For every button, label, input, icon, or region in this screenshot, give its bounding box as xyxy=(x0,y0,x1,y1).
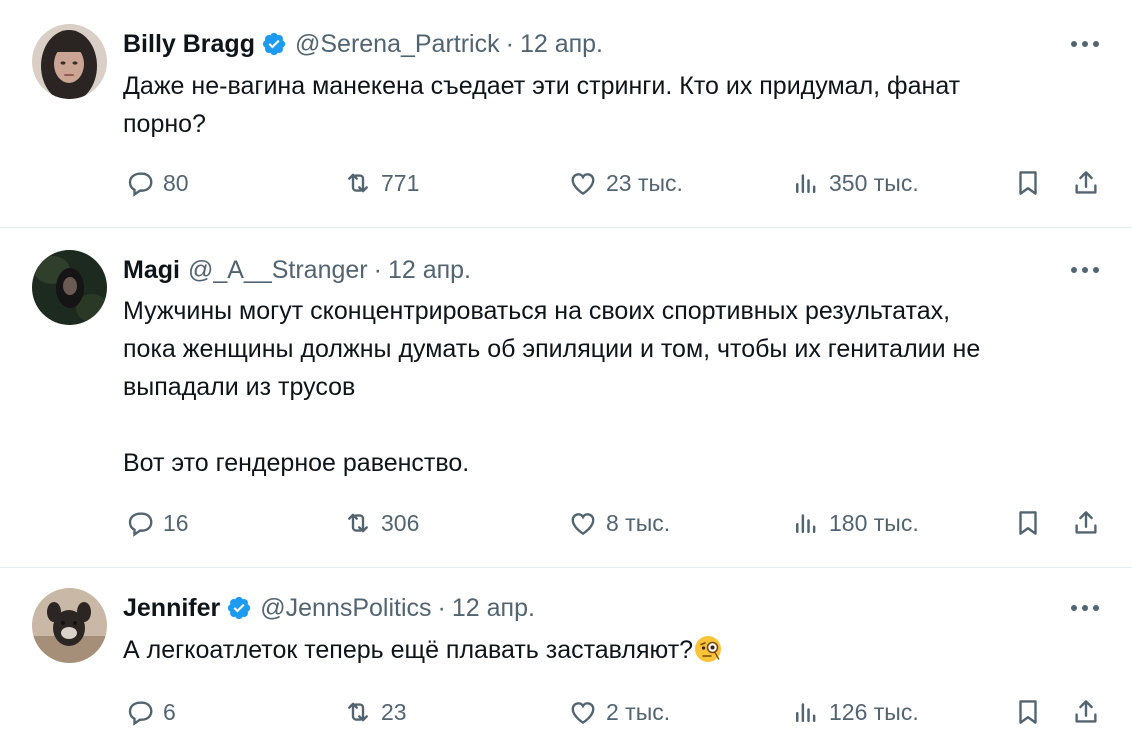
author-name[interactable]: Magi xyxy=(123,256,180,285)
share-icon xyxy=(1075,511,1097,534)
share-button[interactable] xyxy=(1071,163,1101,203)
tweet-text-line: Даже не-вагина манекена съедает эти стри… xyxy=(123,72,961,100)
avatar[interactable] xyxy=(32,250,107,325)
views-chart-icon xyxy=(796,174,816,193)
bookmark-button[interactable] xyxy=(1013,163,1043,203)
tweet-actions: 16 306 8 тыс. 180 тыс. xyxy=(0,503,1132,543)
reply-icon xyxy=(128,172,153,197)
views-chart-icon xyxy=(796,514,816,533)
like-button[interactable]: 2 тыс. xyxy=(568,692,670,732)
tweet-actions: 6 23 2 тыс. 126 тыс. xyxy=(0,692,1132,732)
tweet-text: Мужчины могут сконцентрироваться на свои… xyxy=(123,292,1103,482)
ellipsis-icon xyxy=(1071,605,1099,611)
separator-dot: · xyxy=(373,255,382,284)
share-icon xyxy=(1075,700,1097,723)
ellipsis-icon xyxy=(1071,41,1099,47)
tweet-text-line: пока женщины должны думать об эпиляции и… xyxy=(123,335,981,363)
author-handle[interactable]: @Serena_Partrick xyxy=(295,30,500,59)
separator-dot: · xyxy=(437,593,446,622)
more-options-button[interactable] xyxy=(1068,29,1102,59)
like-count: 2 тыс. xyxy=(606,698,671,725)
views-button[interactable]: 126 тыс. xyxy=(791,692,919,732)
retweet-count: 771 xyxy=(381,169,420,196)
tweet-header: Magi @_A__Stranger · 12 апр. xyxy=(123,255,471,285)
bookmark-button[interactable] xyxy=(1013,692,1043,732)
like-count: 8 тыс. xyxy=(606,509,671,536)
retweet-count: 306 xyxy=(381,509,420,536)
views-button[interactable]: 180 тыс. xyxy=(791,503,919,543)
share-button[interactable] xyxy=(1071,692,1101,732)
reply-button[interactable]: 16 xyxy=(125,503,189,543)
author-name[interactable]: Jennifer xyxy=(123,594,220,623)
ellipsis-icon xyxy=(1071,267,1099,273)
bookmark-icon xyxy=(1019,171,1037,195)
reply-count: 16 xyxy=(163,509,189,536)
tweet-header: Billy Bragg @Serena_Partrick · 12 апр. xyxy=(123,29,603,59)
retweet-button[interactable]: 23 xyxy=(343,692,407,732)
retweet-count: 23 xyxy=(381,698,407,725)
tweet-header: Jennifer @JennsPolitics · 12 апр. xyxy=(123,593,535,623)
views-count: 126 тыс. xyxy=(829,698,919,725)
tweet-date[interactable]: 12 апр. xyxy=(388,256,471,285)
avatar-photo-icon xyxy=(32,24,107,99)
face-with-monocle-icon xyxy=(693,634,723,664)
tweet-text-line: выпадали из трусов xyxy=(123,373,356,401)
tweet-text-content: А легкоатлеток теперь ещё плавать застав… xyxy=(123,636,694,664)
more-options-button[interactable] xyxy=(1068,593,1102,623)
verified-badge-icon[interactable] xyxy=(226,595,252,621)
author-handle[interactable]: @JennsPolitics xyxy=(260,594,431,623)
avatar-photo-icon xyxy=(32,250,107,325)
like-button[interactable]: 23 тыс. xyxy=(568,163,683,203)
avatar-photo-icon xyxy=(32,588,107,663)
tweet-date[interactable]: 12 апр. xyxy=(452,594,535,623)
tweet-text-line: Вот это гендерное равенство. xyxy=(123,449,470,477)
share-icon xyxy=(1075,171,1097,194)
tweet-date[interactable]: 12 апр. xyxy=(520,30,603,59)
heart-icon xyxy=(571,513,595,536)
retweet-icon xyxy=(348,513,368,533)
reply-icon xyxy=(128,701,153,726)
tweet-text-line: порно? xyxy=(123,110,206,138)
views-count: 350 тыс. xyxy=(829,169,919,196)
author-name[interactable]: Billy Bragg xyxy=(123,30,255,59)
views-count: 180 тыс. xyxy=(829,509,919,536)
tweet-text-line: Мужчины могут сконцентрироваться на свои… xyxy=(123,297,951,325)
avatar[interactable] xyxy=(32,588,107,663)
verified-badge-icon[interactable] xyxy=(261,31,287,57)
author-handle[interactable]: @_A__Stranger xyxy=(188,256,368,285)
bookmark-icon xyxy=(1019,700,1037,724)
reply-count: 6 xyxy=(163,698,176,725)
avatar[interactable] xyxy=(32,24,107,99)
retweet-button[interactable]: 771 xyxy=(343,163,419,203)
heart-icon xyxy=(571,702,595,725)
tweet[interactable]: Jennifer @JennsPolitics · 12 апр. А легк… xyxy=(0,568,1132,750)
retweet-icon xyxy=(348,173,368,193)
separator-dot: · xyxy=(505,29,514,58)
views-button[interactable]: 350 тыс. xyxy=(791,163,919,203)
tweet-text: А легкоатлеток теперь ещё плавать застав… xyxy=(123,631,1103,669)
tweet-text-line: А легкоатлеток теперь ещё плавать застав… xyxy=(123,631,1103,669)
bookmark-button[interactable] xyxy=(1013,503,1043,543)
more-options-button[interactable] xyxy=(1068,255,1102,285)
share-button[interactable] xyxy=(1071,503,1101,543)
bookmark-icon xyxy=(1019,511,1037,535)
reply-count: 80 xyxy=(163,169,189,196)
reply-icon xyxy=(128,512,153,537)
tweet-text: Даже не-вагина манекена съедает эти стри… xyxy=(123,67,1103,143)
heart-icon xyxy=(571,173,595,196)
tweet[interactable]: Billy Bragg @Serena_Partrick · 12 апр. Д… xyxy=(0,0,1132,228)
like-count: 23 тыс. xyxy=(606,169,683,196)
retweet-button[interactable]: 306 xyxy=(343,503,419,543)
retweet-icon xyxy=(348,702,368,722)
tweet-actions: 80 771 23 тыс. 350 тыс. xyxy=(0,163,1132,203)
views-chart-icon xyxy=(796,703,816,722)
tweet[interactable]: Magi @_A__Stranger · 12 апр. Мужчины мог… xyxy=(0,228,1132,568)
reply-button[interactable]: 6 xyxy=(125,692,176,732)
like-button[interactable]: 8 тыс. xyxy=(568,503,670,543)
reply-button[interactable]: 80 xyxy=(125,163,189,203)
